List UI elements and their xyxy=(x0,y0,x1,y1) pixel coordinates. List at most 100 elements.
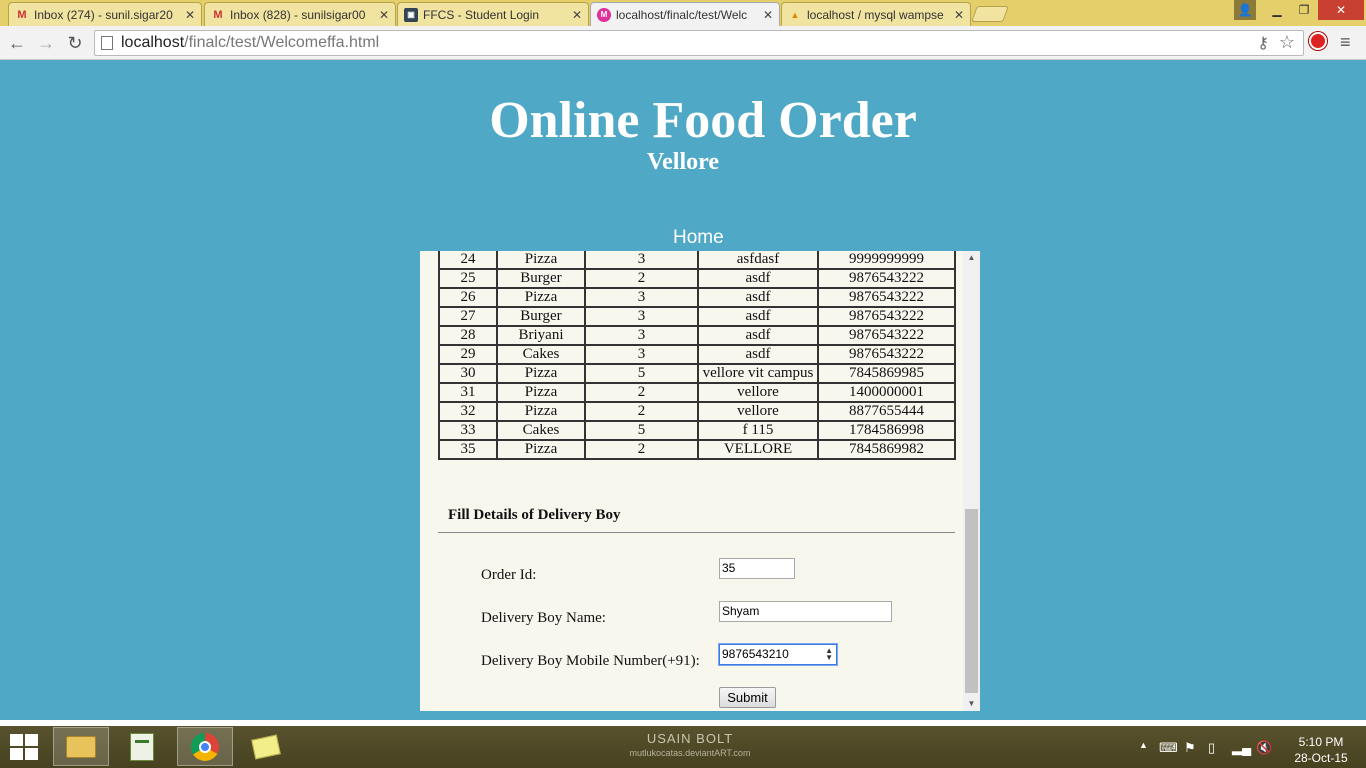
nav-home-link[interactable]: Home xyxy=(673,227,724,249)
key-icon[interactable]: ⚷ xyxy=(1257,33,1269,53)
table-cell: 28 xyxy=(438,325,498,346)
table-cell: 9876543222 xyxy=(817,268,956,289)
table-cell: VELLORE xyxy=(697,439,819,460)
close-window-icon[interactable]: ✕ xyxy=(1318,0,1364,20)
tab-title: localhost / mysql wampse xyxy=(807,7,944,22)
scrollbar-thumb[interactable] xyxy=(965,509,978,693)
orders-table: 24 Pizza 3 asfdasf 9999999999 25 Burger 2 asdf 98… xyxy=(438,251,956,460)
table-cell: 3 xyxy=(584,287,699,308)
table-cell: Cakes xyxy=(496,344,586,365)
table-cell: 9876543222 xyxy=(817,325,956,346)
table-row: 35 Pizza 2 VELLORE 7845869982 xyxy=(438,439,956,460)
table-cell: 9999999999 xyxy=(817,251,956,270)
address-bar[interactable]: localhost/finalc/test/Welcomeffa.html ⚷ … xyxy=(94,30,1304,56)
table-cell: 9876543222 xyxy=(817,344,956,365)
tab-title: FFCS - Student Login xyxy=(423,7,540,22)
table-cell: 5 xyxy=(584,420,699,441)
forward-arrow-icon[interactable]: → xyxy=(34,31,58,55)
windows-taskbar: USAIN BOLT mutlukocatas.deviantART.com ▲… xyxy=(0,720,1366,768)
minimize-icon[interactable]: ▁ xyxy=(1264,0,1290,20)
windows-start-icon[interactable] xyxy=(10,734,40,762)
delivery-boy-mobile-label: Delivery Boy Mobile Number(+91): xyxy=(481,653,700,669)
menu-icon[interactable]: ≡ xyxy=(1340,33,1356,51)
table-cell: 9876543222 xyxy=(817,306,956,327)
orders-panel: 24 Pizza 3 asfdasf 9999999999 25 Burger 2 asdf 98… xyxy=(420,251,980,711)
reload-icon[interactable]: ↻ xyxy=(63,31,87,55)
tab-ffcs-login[interactable]: ▣ FFCS - Student Login ✕ xyxy=(397,2,589,26)
tab-welcome-page[interactable]: M localhost/finalc/test/Welc ✕ xyxy=(590,2,780,26)
order-id-label: Order Id: xyxy=(481,567,537,583)
order-id-field[interactable]: 35 xyxy=(719,558,795,579)
volume-muted-icon[interactable]: 🔇 xyxy=(1256,740,1272,756)
table-cell: 29 xyxy=(438,344,498,365)
keyboard-icon[interactable]: ⌨ xyxy=(1159,740,1178,756)
table-cell: Pizza xyxy=(496,401,586,422)
file-explorer-icon[interactable] xyxy=(53,727,109,766)
table-row: 32 Pizza 2 vellore 8877655444 xyxy=(438,401,956,422)
tab-gmail-inbox-1[interactable]: M Inbox (274) - sunil.sigar20 ✕ xyxy=(8,2,202,26)
table-cell: 3 xyxy=(584,306,699,327)
table-cell: 3 xyxy=(584,344,699,365)
delivery-boy-name-label: Delivery Boy Name: xyxy=(481,610,606,626)
back-arrow-icon[interactable]: ← xyxy=(5,31,29,55)
clock-time: 5:10 PM xyxy=(1298,735,1344,749)
divider xyxy=(438,532,955,533)
page-body: Online Food Order Vellore Home 24 Pizza 3 a… xyxy=(0,61,1366,720)
bookmark-star-icon[interactable]: ☆ xyxy=(1279,32,1295,53)
system-clock[interactable]: 5:10 PM 28-Oct-15 xyxy=(1286,734,1356,766)
table-cell: 2 xyxy=(584,382,699,403)
sticky-notes-icon[interactable] xyxy=(238,727,294,766)
table-cell: 2 xyxy=(584,268,699,289)
close-icon[interactable]: ✕ xyxy=(572,8,582,22)
scroll-down-arrow-icon[interactable]: ▼ xyxy=(963,697,980,711)
tab-phpmyadmin[interactable]: ▲ localhost / mysql wampse ✕ xyxy=(781,2,971,26)
close-icon[interactable]: ✕ xyxy=(763,8,773,22)
close-icon[interactable]: ✕ xyxy=(954,8,964,22)
close-icon[interactable]: ✕ xyxy=(379,8,389,22)
table-cell: vellore xyxy=(697,382,819,403)
tab-gmail-inbox-2[interactable]: M Inbox (828) - sunilsigar00 ✕ xyxy=(204,2,396,26)
panel-scrollbar[interactable]: ▲ ▼ xyxy=(963,251,980,711)
table-cell: 25 xyxy=(438,268,498,289)
submit-button[interactable]: Submit xyxy=(719,687,776,708)
tab-strip: M Inbox (274) - sunil.sigar20 ✕ M Inbox … xyxy=(0,0,1366,26)
user-profile-icon[interactable]: 👤 xyxy=(1234,0,1256,20)
url-text: localhost/finalc/test/Welcomeffa.html xyxy=(121,34,380,51)
table-cell: Pizza xyxy=(496,251,586,270)
number-spinner-icon[interactable]: ▲ ▼ xyxy=(825,647,833,662)
show-hidden-icons-icon[interactable]: ▲ xyxy=(1139,740,1148,750)
tab-title: localhost/finalc/test/Welc xyxy=(616,7,748,22)
table-cell: Briyani xyxy=(496,325,586,346)
table-cell: 7845869985 xyxy=(817,363,956,384)
table-cell: asdf xyxy=(697,268,819,289)
network-signal-icon[interactable]: ▂▄ xyxy=(1232,740,1251,756)
table-cell: asdf xyxy=(697,344,819,365)
gmail-icon: M xyxy=(213,8,223,21)
page-icon xyxy=(101,36,113,50)
table-cell: asfdasf xyxy=(697,251,819,270)
table-cell: 31 xyxy=(438,382,498,403)
table-cell: 9876543222 xyxy=(817,287,956,308)
wallpaper-credit: mutlukocatas.deviantART.com xyxy=(629,748,751,758)
adblock-extension-icon[interactable] xyxy=(1309,32,1327,50)
gmail-icon: M xyxy=(17,8,27,21)
device-icon[interactable]: ▯ xyxy=(1208,740,1215,756)
table-cell: 2 xyxy=(584,401,699,422)
delivery-boy-mobile-field[interactable]: 9876543210 ▲ ▼ xyxy=(719,644,837,665)
delivery-boy-name-field[interactable]: Shyam xyxy=(719,601,892,622)
wallpaper-title: USAIN BOLT xyxy=(646,731,734,746)
new-tab-button[interactable] xyxy=(971,6,1009,22)
table-cell: asdf xyxy=(697,306,819,327)
table-row: 28 Briyani 3 asdf 9876543222 xyxy=(438,325,956,346)
scroll-up-arrow-icon[interactable]: ▲ xyxy=(963,251,980,265)
restore-icon[interactable]: ❐ xyxy=(1291,0,1317,20)
close-icon[interactable]: ✕ xyxy=(185,8,195,22)
table-cell: 32 xyxy=(438,401,498,422)
table-cell: 5 xyxy=(584,363,699,384)
chrome-icon[interactable] xyxy=(177,727,233,766)
delivery-form-heading: Fill Details of Delivery Boy xyxy=(448,507,621,523)
tab-title: Inbox (274) - sunil.sigar20 xyxy=(34,7,173,22)
table-cell: 2 xyxy=(584,439,699,460)
notepad-plus-icon[interactable] xyxy=(114,727,170,766)
action-center-icon[interactable]: ⚑ xyxy=(1184,740,1196,756)
